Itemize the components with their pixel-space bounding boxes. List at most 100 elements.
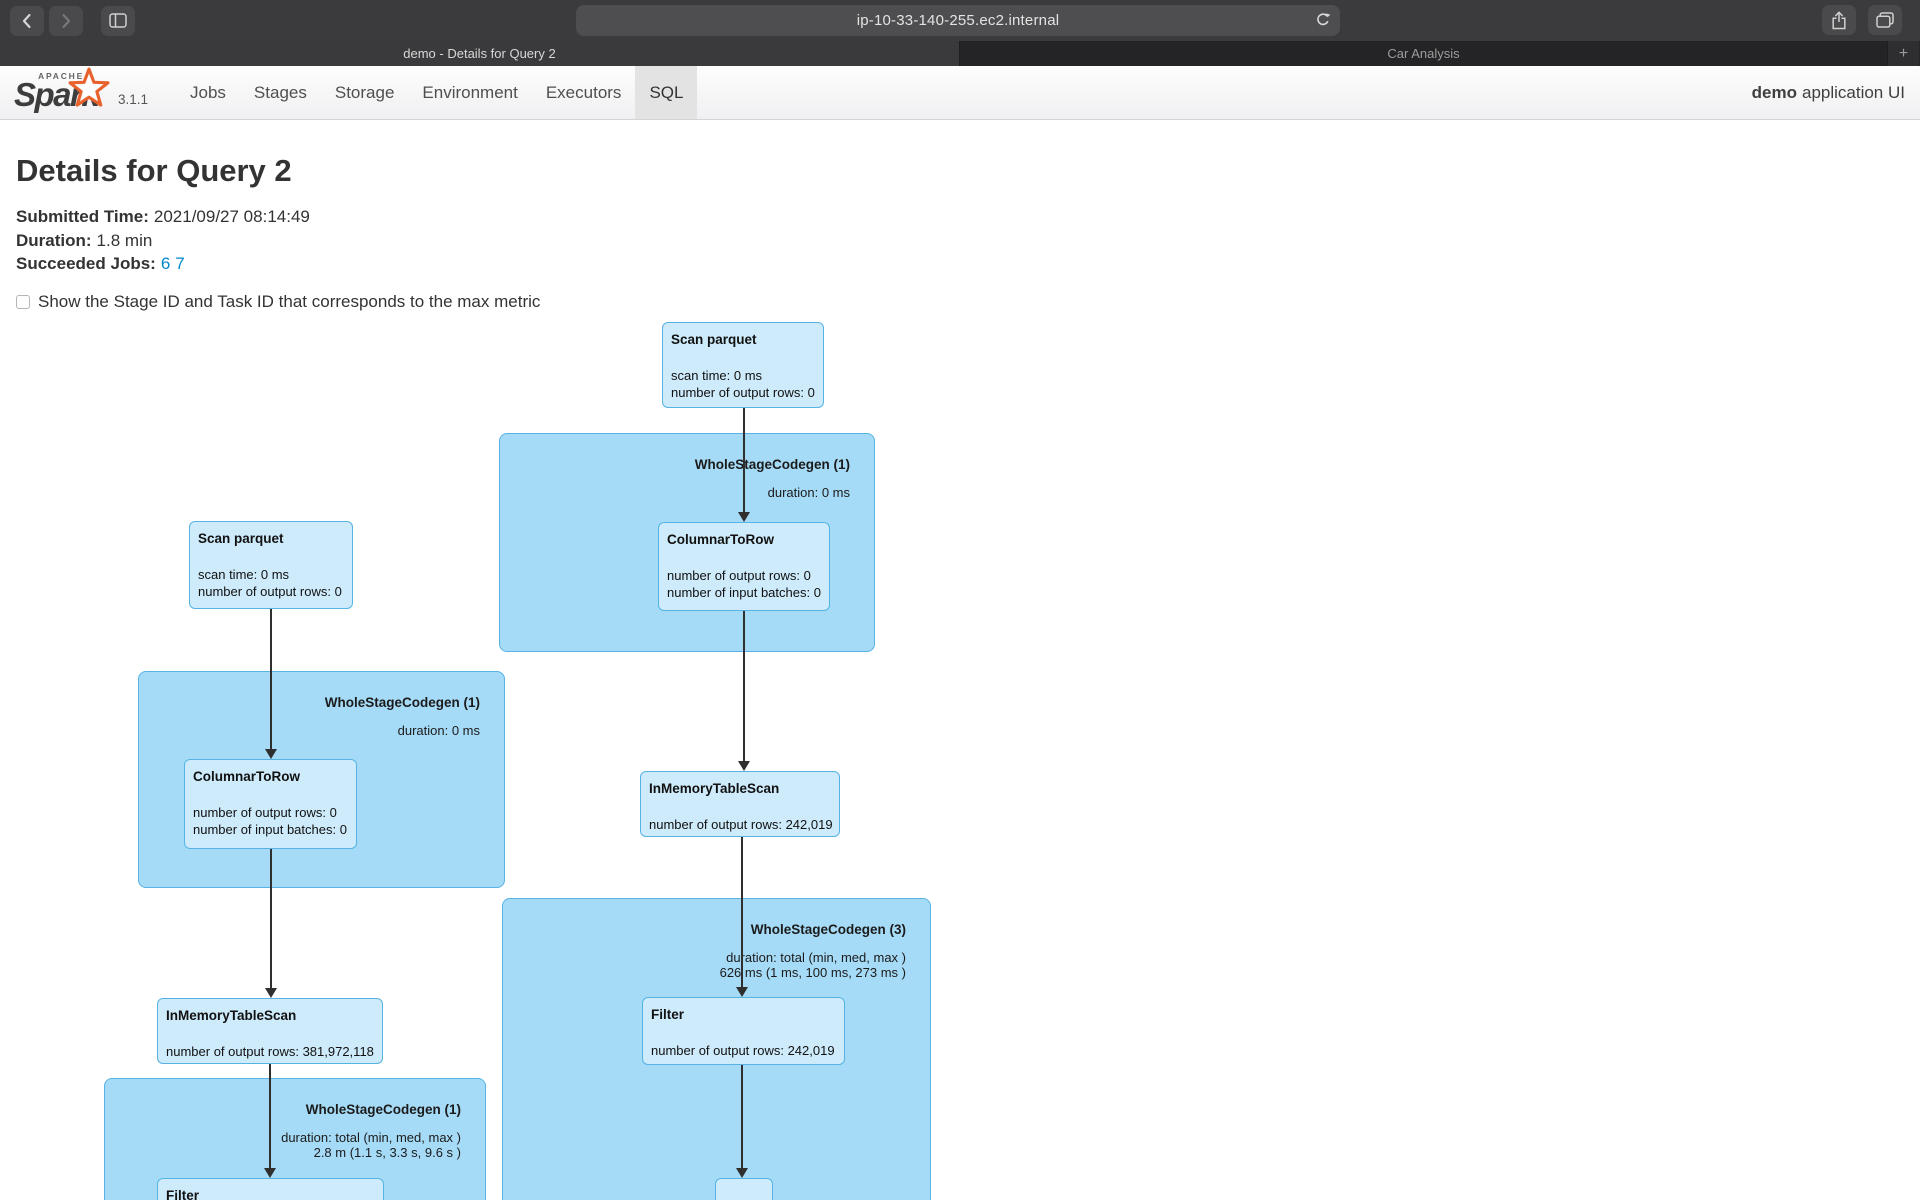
codegen-cluster: WholeStageCodegen (1) duration: total (mi…: [104, 1078, 486, 1200]
edge-arrowhead-icon: [738, 512, 750, 522]
submitted-time-value: 2021/09/27 08:14:49: [154, 207, 310, 226]
plan-node: [715, 1178, 773, 1200]
tab-title: demo - Details for Query 2: [403, 46, 555, 61]
plan-node-title: Filter: [166, 1188, 375, 1200]
max-metric-checkbox[interactable]: [16, 295, 30, 309]
duration-row: Duration: 1.8 min: [16, 229, 1920, 253]
tab-bar: demo - Details for Query 2 Car Analysis …: [0, 41, 1920, 66]
url-text: ip-10-33-140-255.ec2.internal: [857, 12, 1060, 29]
application-ui-label: demo application UI: [1752, 66, 1905, 119]
application-name: demo: [1752, 83, 1797, 103]
plan-node-metrics: number of output rows: 0number of input …: [193, 804, 348, 838]
tab-overview-icon: [1876, 12, 1894, 28]
plan-node: InMemoryTableScan number of output rows: …: [640, 771, 840, 837]
reload-button[interactable]: [1315, 12, 1331, 33]
submitted-time-label: Submitted Time:: [16, 207, 149, 226]
edge-arrowhead-icon: [736, 987, 748, 997]
share-button[interactable]: [1822, 5, 1856, 35]
plan-node-title: ColumnarToRow: [193, 769, 348, 784]
cluster-label: WholeStageCodegen (3): [751, 922, 906, 937]
plan-node: InMemoryTableScan number of output rows: …: [157, 998, 383, 1064]
submitted-time-row: Submitted Time: 2021/09/27 08:14:49: [16, 205, 1920, 229]
tab-car-analysis[interactable]: Car Analysis: [960, 41, 1887, 66]
forward-chevron-icon: [60, 13, 72, 29]
codegen-cluster: WholeStageCodegen (3) duration: total (mi…: [502, 898, 931, 1200]
page-title: Details for Query 2: [16, 152, 1920, 190]
edge-line: [270, 609, 272, 750]
edge-line: [743, 408, 745, 513]
edge-line: [741, 1065, 743, 1169]
new-tab-button[interactable]: +: [1887, 41, 1919, 66]
nav-tab-stages[interactable]: Stages: [240, 66, 321, 119]
plan-node-title: Scan parquet: [198, 531, 344, 546]
tab-demo-details-for-query-2[interactable]: demo - Details for Query 2: [0, 41, 960, 66]
nav-tab-storage[interactable]: Storage: [321, 66, 409, 119]
reload-icon: [1315, 12, 1331, 28]
query-details-content: Details for Query 2 Submitted Time: 2021/…: [0, 120, 1920, 312]
plan-node: Filter number of output rows: 242,019: [642, 997, 845, 1065]
plan-node: Filter: [157, 1178, 384, 1200]
nav-tab-executors[interactable]: Executors: [532, 66, 636, 119]
cluster-duration: duration: total (min, med, max )626 ms (…: [720, 950, 906, 980]
codegen-cluster: WholeStageCodegen (1) duration: 0 ms: [499, 433, 875, 652]
max-metric-checkbox-row: Show the Stage ID and Task ID that corre…: [16, 292, 1920, 312]
plan-node-metrics: scan time: 0 msnumber of output rows: 0: [671, 367, 815, 401]
edge-line: [741, 837, 743, 988]
succeeded-jobs-label: Succeeded Jobs:: [16, 254, 156, 273]
edge-line: [270, 849, 272, 989]
edge-arrowhead-icon: [264, 1168, 276, 1178]
plan-node-metrics: scan time: 0 msnumber of output rows: 0: [198, 566, 344, 600]
plan-node-title: Scan parquet: [671, 332, 815, 347]
plan-node: ColumnarToRow number of output rows: 0num…: [184, 759, 357, 849]
plan-node-metrics: number of output rows: 0number of input …: [667, 567, 821, 601]
spark-logo[interactable]: APACHE Spark 3.1.1: [14, 66, 160, 119]
address-bar[interactable]: ip-10-33-140-255.ec2.internal: [576, 5, 1340, 36]
plan-node-title: ColumnarToRow: [667, 532, 821, 547]
plan-node-metrics: number of output rows: 242,019: [649, 816, 831, 833]
plan-node-title: InMemoryTableScan: [166, 1008, 374, 1023]
application-ui-suffix: application UI: [1802, 83, 1905, 103]
edge-line: [743, 611, 745, 762]
spark-nav: Jobs Stages Storage Environment Executor…: [176, 66, 697, 119]
plan-node-metrics: number of output rows: 381,972,118: [166, 1043, 374, 1060]
spark-header: APACHE Spark 3.1.1 Jobs Stages Storage E…: [0, 66, 1920, 120]
edge-arrowhead-icon: [736, 1168, 748, 1178]
cluster-label: WholeStageCodegen (1): [695, 457, 850, 472]
back-chevron-icon: [21, 13, 33, 29]
edge-arrowhead-icon: [265, 988, 277, 998]
duration-value: 1.8 min: [97, 231, 153, 250]
codegen-cluster: WholeStageCodegen (1)duration: 0 ms: [138, 671, 505, 888]
max-metric-checkbox-label: Show the Stage ID and Task ID that corre…: [38, 292, 540, 312]
cluster-duration: duration: total (min, med, max )2.8 m (1…: [281, 1130, 461, 1160]
safari-window: ip-10-33-140-255.ec2.internal demo - Det…: [0, 0, 1920, 1200]
job-7-link[interactable]: 7: [175, 254, 184, 273]
forward-button[interactable]: [49, 6, 83, 36]
plan-node-title: Filter: [651, 1007, 836, 1022]
tab-overview-button[interactable]: [1868, 5, 1902, 35]
plan-node-title: InMemoryTableScan: [649, 781, 831, 796]
browser-toolbar: ip-10-33-140-255.ec2.internal: [0, 0, 1920, 41]
edge-line: [269, 1064, 271, 1169]
plan-node-metrics: number of output rows: 242,019: [651, 1042, 836, 1059]
back-button[interactable]: [10, 6, 44, 36]
nav-tab-sql[interactable]: SQL: [635, 66, 697, 119]
tab-title: Car Analysis: [1387, 46, 1459, 61]
job-6-link[interactable]: 6: [161, 254, 170, 273]
nav-tab-environment[interactable]: Environment: [408, 66, 531, 119]
cluster-duration: duration: 0 ms: [398, 723, 480, 738]
edge-arrowhead-icon: [738, 761, 750, 771]
edge-arrowhead-icon: [265, 749, 277, 759]
plan-node: Scan parquet scan time: 0 msnumber of out…: [662, 322, 824, 408]
spark-version: 3.1.1: [118, 92, 148, 107]
sidebar-icon: [109, 13, 127, 28]
duration-label: Duration:: [16, 231, 92, 250]
succeeded-jobs-row: Succeeded Jobs: 67: [16, 252, 1920, 276]
cluster-label: WholeStageCodegen (1): [306, 1102, 461, 1117]
plan-node: Scan parquet scan time: 0 msnumber of out…: [189, 521, 353, 609]
cluster-duration: duration: 0 ms: [768, 485, 850, 500]
spark-star-icon: [68, 67, 110, 109]
nav-tab-jobs[interactable]: Jobs: [176, 66, 240, 119]
query-meta: Submitted Time: 2021/09/27 08:14:49 Durat…: [16, 205, 1920, 276]
sidebar-toggle-button[interactable]: [101, 6, 135, 36]
plan-node: ColumnarToRow number of output rows: 0num…: [658, 522, 830, 611]
